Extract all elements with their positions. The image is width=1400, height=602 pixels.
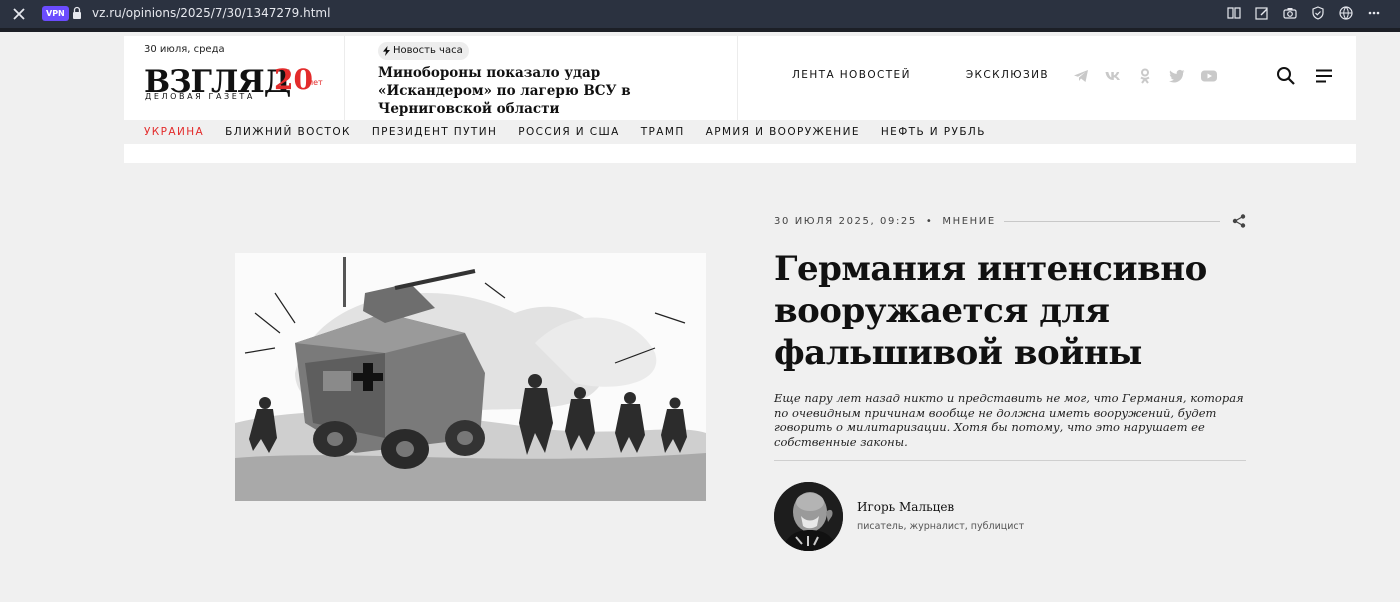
youtube-icon[interactable]	[1200, 67, 1218, 85]
hot-news-headline[interactable]: Минобороны показало удар «Искандером» по…	[378, 64, 718, 118]
vk-icon[interactable]	[1104, 67, 1122, 85]
article-meta: 30 ИЮЛЯ 2025, 09:25 • МНЕНИЕ	[774, 214, 1246, 228]
meta-separator: •	[925, 215, 934, 227]
more-icon[interactable]	[1366, 5, 1382, 21]
header-divider	[344, 36, 345, 120]
twitter-icon[interactable]	[1168, 67, 1186, 85]
shield-icon[interactable]	[1310, 5, 1326, 21]
category-item[interactable]: АРМИЯ И ВООРУЖЕНИЕ	[706, 126, 860, 138]
lock-icon[interactable]	[72, 6, 82, 20]
odnoklassniki-icon[interactable]	[1136, 67, 1154, 85]
close-icon[interactable]	[10, 5, 28, 23]
category-item[interactable]: ТРАМП	[641, 126, 685, 138]
author-avatar[interactable]	[774, 482, 843, 551]
article-lede: Еще пару лет назад никто и представить н…	[774, 391, 1244, 449]
nav-news-feed[interactable]: ЛЕНТА НОВОСТЕЙ	[792, 69, 911, 81]
header-nav: ЛЕНТА НОВОСТЕЙ ЭКСКЛЮЗИВ	[792, 69, 1049, 81]
article-illustration	[235, 253, 706, 501]
category-item[interactable]: НЕФТЬ И РУБЛЬ	[881, 126, 986, 138]
telegram-icon[interactable]	[1072, 67, 1090, 85]
current-date: 30 июля, среда	[144, 44, 225, 55]
article-datetime: 30 ИЮЛЯ 2025, 09:25	[774, 215, 917, 227]
logo-anniversary-suffix: лет	[308, 78, 323, 87]
header-divider	[737, 36, 738, 120]
author-divider	[774, 460, 1246, 461]
category-item[interactable]: РОССИЯ И США	[518, 126, 619, 138]
translate-icon[interactable]	[1338, 5, 1354, 21]
logo-subtitle: ДЕЛОВАЯ ГАЗЕТА	[145, 92, 255, 101]
author-role: писатель, журналист, публицист	[857, 521, 1025, 532]
share-icon[interactable]	[1232, 214, 1246, 228]
ad-placeholder	[124, 144, 1356, 163]
search-icon[interactable]	[1276, 66, 1296, 86]
category-item[interactable]: ПРЕЗИДЕНТ ПУТИН	[372, 126, 497, 138]
article-section[interactable]: МНЕНИЕ	[942, 216, 995, 227]
meta-rule	[1003, 220, 1220, 222]
hot-news-badge[interactable]: Новость часа	[378, 42, 469, 60]
toolbar-separator	[0, 28, 1400, 32]
browser-toolbar: VPN vz.ru/opinions/2025/7/30/1347279.htm…	[0, 0, 1400, 28]
vpn-badge[interactable]: VPN	[42, 6, 69, 21]
category-item[interactable]: УКРАИНА	[144, 126, 204, 138]
camera-icon[interactable]	[1282, 5, 1298, 21]
edit-icon[interactable]	[1254, 5, 1270, 21]
category-item[interactable]: БЛИЖНИЙ ВОСТОК	[225, 126, 351, 138]
menu-icon[interactable]	[1315, 68, 1333, 84]
address-bar-url[interactable]: vz.ru/opinions/2025/7/30/1347279.html	[92, 6, 330, 20]
hot-news-label: Новость часа	[393, 45, 463, 56]
site-header: 30 июля, среда ВЗГЛЯД ДЕЛОВАЯ ГАЗЕТА 20 …	[124, 36, 1356, 120]
social-links	[1072, 67, 1218, 85]
author-name[interactable]: Игорь Мальцев	[857, 500, 954, 514]
category-nav: УКРАИНА БЛИЖНИЙ ВОСТОК ПРЕЗИДЕНТ ПУТИН РОСС…	[124, 120, 1356, 144]
article-title: Германия интенсивно вооружается для фаль…	[774, 249, 1207, 373]
nav-exclusive[interactable]: ЭКСКЛЮЗИВ	[966, 69, 1049, 81]
reader-mode-icon[interactable]	[1226, 5, 1242, 21]
site-logo[interactable]: ВЗГЛЯД ДЕЛОВАЯ ГАЗЕТА 20 лет	[144, 64, 334, 106]
lightning-icon	[383, 46, 390, 56]
browser-actions	[1226, 5, 1382, 21]
